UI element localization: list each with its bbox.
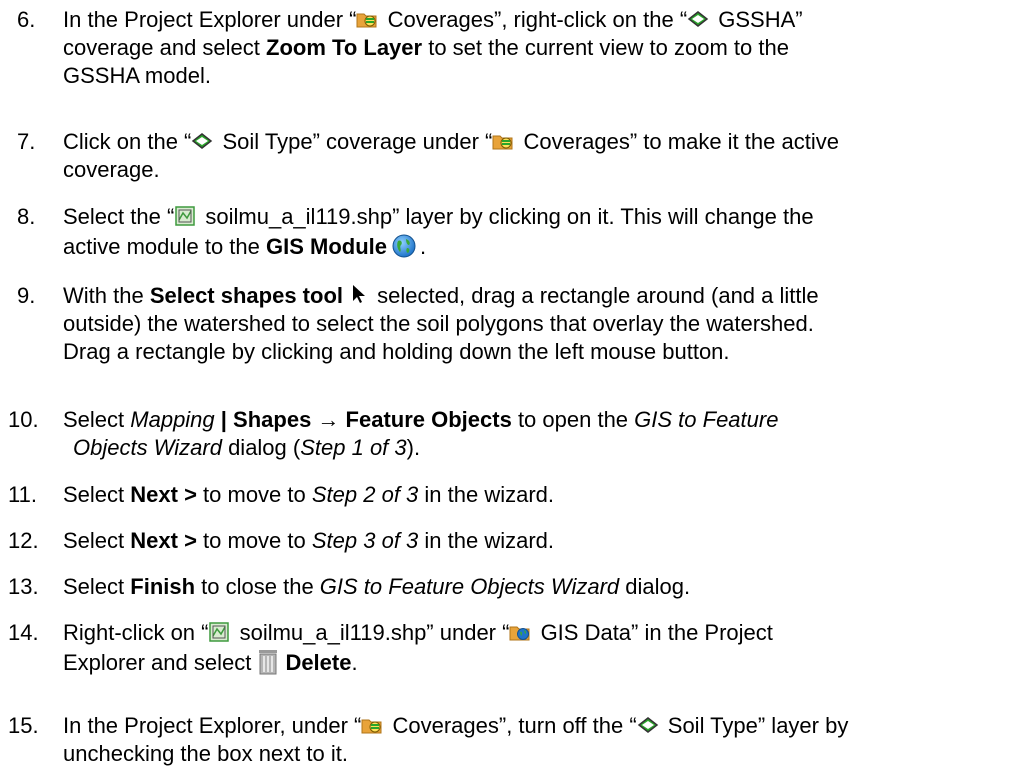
step-number: 11. (8, 482, 37, 507)
coverage-icon (687, 8, 709, 30)
step-line: Explorer and select Delete. (63, 648, 358, 676)
coverage-icon (191, 130, 213, 152)
coverages-folder-icon (361, 714, 383, 736)
step-text: Select Finish to close the GIS to Featur… (63, 573, 1008, 601)
coverage-icon (637, 714, 659, 736)
step-text: Right-click on “ soilmu_a_il119.shp” und… (63, 619, 1008, 679)
step-line: Select Finish to close the GIS to Featur… (63, 574, 691, 599)
step-line: In the Project Explorer, under “ Coverag… (63, 713, 849, 738)
step-number: 14. (8, 620, 39, 645)
step-line: Right-click on “ soilmu_a_il119.shp” und… (63, 620, 773, 645)
step-line: Select Next > to move to Step 3 of 3 in … (63, 528, 555, 553)
instruction-page: 6. In the Project Explorer under “ Cover… (0, 0, 1031, 784)
step-line: Objects Wizard dialog (Step 1 of 3). (73, 435, 421, 460)
shapefile-icon (174, 205, 196, 227)
step-line: With the Select shapes tool selected, dr… (63, 283, 819, 308)
step-text: Select Next > to move to Step 2 of 3 in … (63, 481, 1008, 509)
step-text: In the Project Explorer, under “ Coverag… (63, 712, 1008, 768)
coverages-folder-icon (356, 8, 378, 30)
step-line: coverage. (63, 157, 160, 182)
step-line: Select Mapping | Shapes → Feature Object… (63, 407, 779, 432)
step-line: active module to the GIS Module. (63, 233, 427, 259)
step-line: coverage and select Zoom To Layer to set… (63, 35, 789, 60)
step-number: 7. (17, 129, 36, 154)
step-line: unchecking the box next to it. (63, 741, 348, 766)
step-number: 8. (17, 204, 36, 229)
step-text: With the Select shapes tool selected, dr… (63, 282, 1008, 366)
step-number: 13. (8, 574, 39, 599)
step-number: 6. (17, 7, 36, 32)
gis-data-folder-icon (509, 621, 531, 643)
gis-module-globe-icon (391, 233, 417, 259)
step-text: Click on the “ Soil Type” coverage under… (63, 128, 1008, 184)
step-number: 12. (8, 528, 39, 553)
step-line: GSSHA model. (63, 63, 211, 88)
step-line: Click on the “ Soil Type” coverage under… (63, 129, 839, 154)
step-number: 9. (17, 283, 36, 308)
shapefile-icon (208, 621, 230, 643)
select-shapes-arrow-icon (349, 283, 371, 305)
trash-can-icon (257, 648, 279, 676)
step-line: Drag a rectangle by clicking and holding… (63, 339, 730, 364)
step-text: Select the “ soilmu_a_il119.shp” layer b… (63, 203, 1008, 263)
step-text: Select Mapping | Shapes → Feature Object… (63, 406, 1008, 462)
step-number: 10. (8, 407, 39, 432)
step-line: Select the “ soilmu_a_il119.shp” layer b… (63, 204, 814, 229)
step-line: Select Next > to move to Step 2 of 3 in … (63, 482, 555, 507)
step-text: In the Project Explorer under “ Coverage… (63, 6, 1008, 90)
step-text: Select Next > to move to Step 3 of 3 in … (63, 527, 1008, 555)
coverages-folder-icon (492, 130, 514, 152)
step-line: outside) the watershed to select the soi… (63, 311, 814, 336)
step-line: In the Project Explorer under “ Coverage… (63, 7, 803, 32)
step-number: 15. (8, 713, 39, 738)
